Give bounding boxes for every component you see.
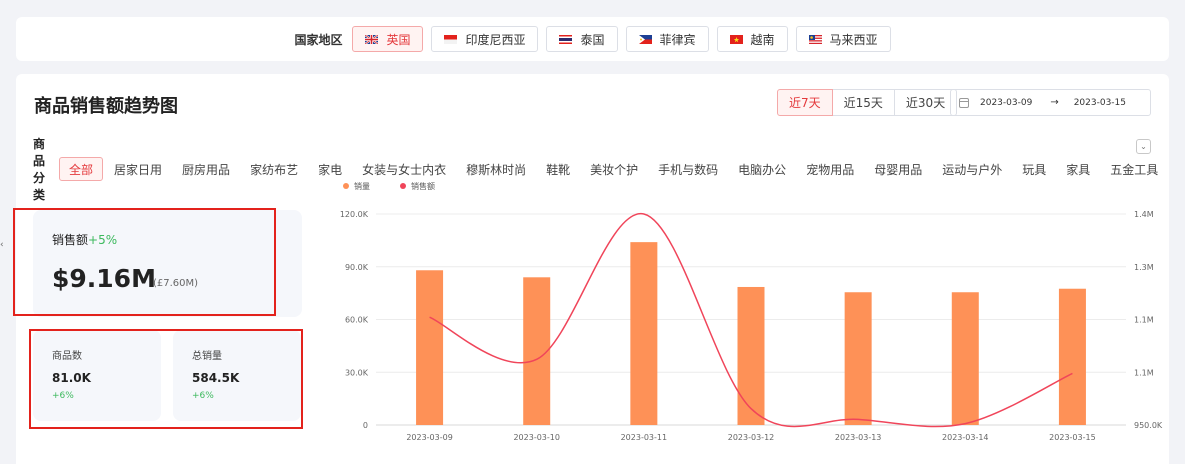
country-label: 越南 [750, 32, 775, 47]
legend-label-volume: 销量 [354, 181, 370, 191]
philippines-flag-icon [638, 34, 652, 44]
thailand-flag-icon [559, 34, 573, 44]
left-axis-tick-label: 90.0K [345, 263, 369, 272]
right-axis-tick-label: 1.1M [1134, 316, 1154, 325]
x-axis-tick-label: 2023-03-10 [513, 433, 560, 442]
category-tab[interactable]: 居家日用 [105, 157, 171, 181]
country-label: 印度尼西亚 [465, 32, 526, 47]
left-axis-tick-label: 0 [363, 421, 368, 430]
category-tab-all[interactable]: 全部 [59, 157, 104, 181]
x-axis-tick-label: 2023-03-11 [621, 433, 668, 442]
category-label: 商品分类 [33, 137, 46, 202]
range-selector: 近7天 近15天 近30天 [777, 89, 958, 116]
left-axis-tick-label: 30.0K [345, 368, 369, 377]
range-30-days-button[interactable]: 近30天 [893, 89, 958, 116]
highlight-box-counts [29, 329, 303, 429]
x-axis-tick-label: 2023-03-15 [1049, 433, 1096, 442]
sales-trend-chart: 0 950.0K 30.0K 1.1M 60.0K 1.1M 90.0K 1.3M 120.0K… [340, 181, 1163, 442]
country-button-uk[interactable]: 英国 [352, 26, 424, 52]
sales-volume-bar [1058, 288, 1086, 425]
highlight-box-sales [13, 208, 276, 316]
legend-marker-volume [343, 183, 349, 189]
legend-marker-amount [400, 183, 406, 189]
country-label: 英国 [386, 32, 411, 47]
country-button-vietnam[interactable]: 越南 [716, 26, 788, 52]
date-start[interactable]: 2023-03-09 [980, 98, 1032, 108]
chevron-down-icon[interactable]: ⌄ [1136, 139, 1151, 154]
x-axis-tick-label: 2023-03-13 [835, 433, 882, 442]
sales-volume-bar [951, 292, 979, 425]
category-tab[interactable]: 家纺布艺 [241, 157, 307, 181]
vietnam-flag-icon [729, 34, 743, 44]
country-label: 马来西亚 [829, 32, 878, 47]
arrow-right-icon: → [1050, 97, 1059, 108]
sales-volume-bar [416, 270, 444, 425]
malaysia-flag-icon [808, 34, 822, 44]
x-axis-tick-label: 2023-03-14 [942, 433, 989, 442]
x-axis-tick-label: 2023-03-12 [728, 433, 775, 442]
page-title: 商品销售额趋势图 [34, 96, 178, 117]
country-filter-bar: 国家地区 英国 印度尼西亚 泰国 菲律宾 越南 马来西亚 [16, 17, 1169, 61]
calendar-icon [959, 97, 969, 108]
country-button-indonesia[interactable]: 印度尼西亚 [431, 26, 539, 52]
country-label: 泰国 [580, 32, 605, 47]
category-tab[interactable]: 厨房用品 [173, 157, 239, 181]
country-label: 菲律宾 [659, 32, 696, 47]
range-15-days-button[interactable]: 近15天 [831, 89, 895, 116]
right-axis-tick-label: 950.0K [1134, 421, 1163, 430]
right-axis-tick-label: 1.4M [1134, 210, 1154, 219]
legend-label-amount: 销售额 [411, 181, 435, 191]
country-button-malaysia[interactable]: 马来西亚 [795, 26, 891, 52]
right-axis-tick-label: 1.1M [1134, 368, 1154, 377]
left-axis-tick-label: 120.0K [340, 210, 369, 219]
country-button-philippines[interactable]: 菲律宾 [625, 26, 709, 52]
x-axis-tick-label: 2023-03-09 [406, 433, 453, 442]
right-axis-tick-label: 1.3M [1134, 263, 1154, 272]
chevron-left-icon[interactable]: ‹ [0, 240, 4, 250]
indonesia-flag-icon [444, 34, 458, 44]
sales-volume-bar [630, 242, 658, 425]
uk-flag-icon [365, 34, 379, 44]
sales-volume-bar [844, 292, 872, 425]
country-filter-label: 国家地区 [294, 32, 343, 47]
country-button-thailand[interactable]: 泰国 [546, 26, 618, 52]
date-end[interactable]: 2023-03-15 [1074, 98, 1126, 108]
sales-volume-bar [737, 286, 765, 425]
date-range-picker[interactable]: 2023-03-09 → 2023-03-15 [950, 89, 1151, 116]
range-7-days-button[interactable]: 近7天 [777, 89, 833, 116]
left-axis-tick-label: 60.0K [345, 316, 369, 325]
